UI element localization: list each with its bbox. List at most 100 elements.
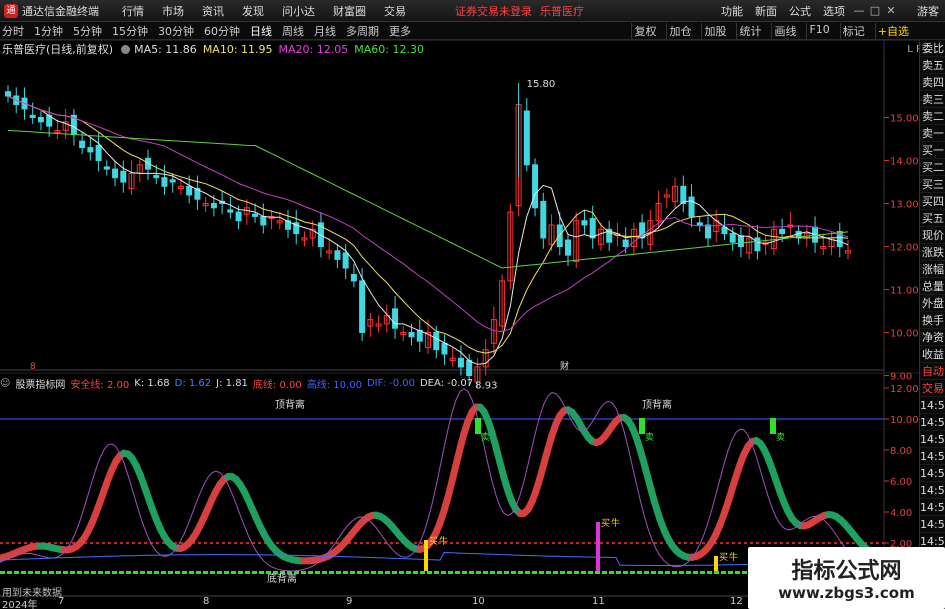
- candle-body: [408, 332, 415, 338]
- side-panel-item[interactable]: 收益: [920, 346, 945, 363]
- side-panel-item[interactable]: 涨跌: [920, 244, 945, 261]
- side-panel-item[interactable]: 交易: [920, 380, 945, 397]
- app-title: 通达信金融终端: [22, 4, 99, 18]
- period-weekly[interactable]: 周线: [282, 23, 304, 39]
- user-label[interactable]: 游客: [917, 3, 939, 19]
- event-marker-left: 8: [30, 362, 36, 372]
- period-more[interactable]: 更多: [389, 23, 411, 39]
- side-panel-item[interactable]: 卖一: [920, 125, 945, 142]
- side-panel-item[interactable]: 14:50: [920, 448, 945, 465]
- side-panel-item[interactable]: 外盘: [920, 295, 945, 312]
- candle-body: [342, 252, 349, 269]
- sell-signal-label: 卖: [645, 432, 654, 443]
- candle-body: [433, 332, 440, 351]
- candle-body: [103, 166, 110, 170]
- indicator-header: ☺ 股票指标网 安全线: 2.00 K: 1.68 D: 1.62 J: 1.8…: [0, 376, 478, 391]
- period-60min[interactable]: 60分钟: [204, 23, 240, 39]
- candle-body: [680, 185, 687, 205]
- menu-discover[interactable]: 发现: [242, 3, 264, 19]
- period-1min[interactable]: 1分钟: [34, 23, 63, 39]
- date-label: 9: [346, 596, 353, 607]
- bull-signal-label: 牛: [729, 551, 738, 563]
- side-panel-item[interactable]: 14:50: [920, 414, 945, 431]
- right-side-panel: 委比 卖五 卖四 卖三 卖二 卖一 买一 买二 买三 买四 买五 现价 涨跌 涨幅 总量 外盘 换手 净资 收益 自动…: [919, 40, 945, 609]
- side-panel-item[interactable]: 买四: [920, 193, 945, 210]
- period-monthly[interactable]: 月线: [314, 23, 336, 39]
- side-panel-item[interactable]: 净资: [920, 329, 945, 346]
- candle-body: [705, 224, 711, 239]
- period-30min[interactable]: 30分钟: [158, 23, 194, 39]
- side-panel-item[interactable]: 委比: [920, 40, 945, 57]
- tool-f10[interactable]: F10: [806, 22, 831, 39]
- side-panel-item[interactable]: 14:50: [920, 499, 945, 516]
- candle-body: [532, 164, 539, 209]
- indicator-collapse-icon[interactable]: ☺: [0, 378, 10, 389]
- settings-dot-icon[interactable]: [121, 44, 131, 54]
- tool-draw-line[interactable]: 画线: [771, 22, 798, 39]
- tool-statistics[interactable]: 统计: [736, 22, 763, 39]
- menu-function[interactable]: 功能: [721, 3, 743, 19]
- sub-tick-label: 4.00: [890, 508, 912, 519]
- tool-add-position[interactable]: 加仓: [666, 22, 693, 39]
- side-panel-item[interactable]: 自动: [920, 363, 945, 380]
- menu-new-page[interactable]: 新面: [755, 3, 777, 19]
- candle-body: [186, 185, 193, 196]
- tool-add-watchlist[interactable]: +自选: [874, 22, 911, 39]
- candle-body: [441, 342, 448, 355]
- tool-mark[interactable]: 标记: [839, 22, 867, 39]
- candle-body: [334, 250, 341, 260]
- side-panel-item[interactable]: 14:50: [920, 482, 945, 499]
- side-panel-item[interactable]: 14:50: [920, 431, 945, 448]
- tool-restore-rights[interactable]: 复权: [631, 22, 658, 39]
- candle-body: [589, 218, 596, 239]
- period-5min[interactable]: 5分钟: [73, 23, 102, 39]
- side-panel-item[interactable]: 换手: [920, 312, 945, 329]
- dif-value: DIF: -0.00: [366, 377, 415, 389]
- tool-add-stock[interactable]: 加股: [701, 22, 728, 39]
- candle-body: [392, 308, 399, 329]
- side-panel-item[interactable]: 总量: [920, 278, 945, 295]
- side-panel-item[interactable]: 买二: [920, 159, 945, 176]
- top-divergence-label: 顶背离: [642, 398, 672, 411]
- menu-wealth[interactable]: 财富圈: [333, 3, 366, 19]
- side-panel-item[interactable]: 买五: [920, 210, 945, 227]
- dea-value: DEA: -0.07: [419, 377, 474, 389]
- side-panel-item[interactable]: 14:50: [920, 516, 945, 533]
- bull-signal-label: 牛: [439, 535, 448, 547]
- main-chart-header: 乐普医疗(日线,前复权) MA5: 11.86 MA10: 11.95 MA20…: [0, 41, 430, 57]
- period-daily[interactable]: 日线: [250, 23, 272, 39]
- menu-trade[interactable]: 交易: [384, 3, 406, 19]
- kline-chart[interactable]: 15.00 14.00 13.00 12.00 11.00 10.00 9.00 15.80 8…: [0, 40, 919, 609]
- period-multi[interactable]: 多周期: [346, 23, 379, 39]
- candle-body: [95, 144, 102, 161]
- date-label: 8: [203, 596, 210, 607]
- menu-formula[interactable]: 公式: [789, 3, 811, 19]
- candle-body: [696, 222, 703, 226]
- side-panel-item[interactable]: 14:50: [920, 397, 945, 414]
- menu-quotes[interactable]: 行情: [122, 3, 144, 19]
- side-panel-item[interactable]: 买一: [920, 142, 945, 159]
- menu-news[interactable]: 资讯: [202, 3, 224, 19]
- date-label: 11: [592, 596, 605, 607]
- side-panel-item[interactable]: 卖二: [920, 108, 945, 125]
- login-warning[interactable]: 证券交易未登录: [455, 3, 532, 19]
- minimize-button[interactable]: —: [851, 4, 867, 17]
- menu-options[interactable]: 选项: [823, 3, 845, 19]
- side-panel-item[interactable]: 14:50: [920, 465, 945, 482]
- bottom-divergence-label: 底背离: [267, 572, 297, 585]
- candle-body: [523, 110, 530, 166]
- menu-ask[interactable]: 问小达: [282, 3, 315, 19]
- side-panel-item[interactable]: 卖五: [920, 57, 945, 74]
- menu-market[interactable]: 市场: [162, 3, 184, 19]
- side-panel-item[interactable]: 卖四: [920, 74, 945, 91]
- close-button[interactable]: ✕: [883, 4, 899, 17]
- candle-body: [260, 215, 267, 226]
- side-panel-item[interactable]: 买三: [920, 176, 945, 193]
- side-panel-item[interactable]: 卖三: [920, 91, 945, 108]
- side-panel-item[interactable]: 涨幅: [920, 261, 945, 278]
- candle-body: [565, 239, 571, 256]
- period-intraday[interactable]: 分时: [2, 23, 24, 39]
- period-15min[interactable]: 15分钟: [112, 23, 148, 39]
- maximize-button[interactable]: □: [867, 4, 883, 17]
- side-panel-item[interactable]: 现价: [920, 227, 945, 244]
